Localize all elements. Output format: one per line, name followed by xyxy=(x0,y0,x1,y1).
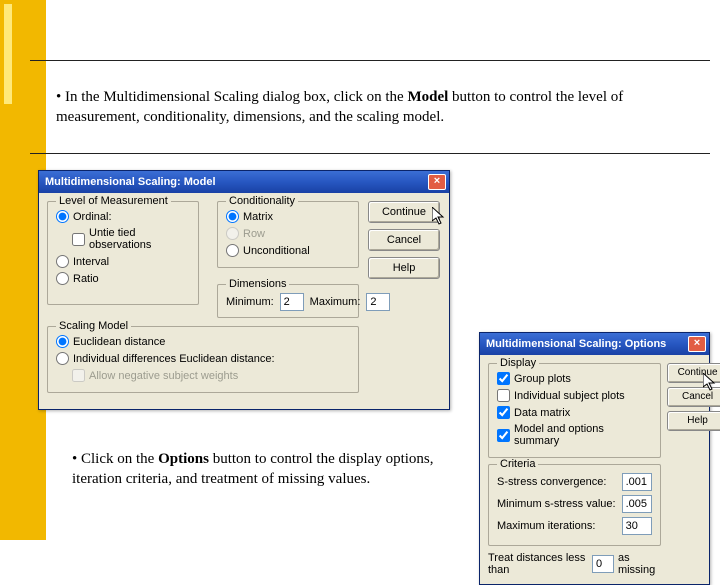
missing-input[interactable] xyxy=(592,555,614,573)
check-group-plots[interactable]: Group plots xyxy=(497,372,652,385)
group-scaling-title: Scaling Model xyxy=(56,320,131,332)
radio-interval[interactable]: Interval xyxy=(56,255,190,268)
max-iter-label: Maximum iterations: xyxy=(497,520,595,532)
group-level: Level of Measurement Ordinal: Untie tied… xyxy=(47,201,199,305)
options-dialog: Multidimensional Scaling: Options × Disp… xyxy=(479,332,710,585)
model-title: Multidimensional Scaling: Model xyxy=(45,176,216,188)
options-client: Display Group plots Individual subject p… xyxy=(480,355,709,584)
max-iter-input[interactable] xyxy=(622,517,652,535)
min-sstress-input[interactable] xyxy=(622,495,652,513)
group-conditionality: Conditionality Matrix Row Unconditional xyxy=(217,201,359,268)
model-titlebar: Multidimensional Scaling: Model × xyxy=(39,171,449,193)
radio-unconditional[interactable]: Unconditional xyxy=(226,244,350,257)
cancel-button[interactable]: Cancel xyxy=(667,387,720,407)
sstress-input[interactable] xyxy=(622,473,652,491)
check-data-matrix[interactable]: Data matrix xyxy=(497,406,652,419)
radio-matrix[interactable]: Matrix xyxy=(226,210,350,223)
check-individual-plots[interactable]: Individual subject plots xyxy=(497,389,652,402)
cancel-button[interactable]: Cancel xyxy=(368,229,440,251)
sstress-label: S-stress convergence: xyxy=(497,476,606,488)
continue-button[interactable]: Continue xyxy=(368,201,440,223)
min-sstress-label: Minimum s-stress value: xyxy=(497,498,616,510)
check-untie[interactable]: Untie tied observations xyxy=(72,227,190,251)
help-button[interactable]: Help xyxy=(368,257,440,279)
options-title: Multidimensional Scaling: Options xyxy=(486,338,666,350)
radio-euclidean[interactable]: Euclidean distance xyxy=(56,335,350,348)
intro-text-1: • In the Multidimensional Scaling dialog… xyxy=(56,88,666,127)
dims-min-label: Minimum: xyxy=(226,296,274,308)
model-dialog: Multidimensional Scaling: Model × Level … xyxy=(38,170,450,410)
group-scaling: Scaling Model Euclidean distance Individ… xyxy=(47,326,359,393)
group-dimensions: Dimensions Minimum: Maximum: xyxy=(217,284,359,318)
group-display: Display Group plots Individual subject p… xyxy=(488,363,661,458)
missing-post: as missing xyxy=(618,552,661,576)
continue-button[interactable]: Continue xyxy=(667,363,720,383)
help-button[interactable]: Help xyxy=(667,411,720,431)
group-dims-title: Dimensions xyxy=(226,278,289,290)
dims-min-input[interactable] xyxy=(280,293,304,311)
horizontal-rule-mid xyxy=(30,153,710,154)
missing-pre: Treat distances less than xyxy=(488,552,588,576)
check-summary[interactable]: Model and options summary xyxy=(497,423,652,447)
check-allowneg: Allow negative subject weights xyxy=(72,369,350,382)
missing-row: Treat distances less than as missing xyxy=(488,552,661,576)
dims-max-label: Maximum: xyxy=(310,296,361,308)
dims-max-input[interactable] xyxy=(366,293,390,311)
radio-indscal[interactable]: Individual differences Euclidean distanc… xyxy=(56,352,350,365)
group-cond-title: Conditionality xyxy=(226,195,298,207)
group-criteria: Criteria S-stress convergence: Minimum s… xyxy=(488,464,661,546)
group-criteria-title: Criteria xyxy=(497,458,538,470)
radio-ratio[interactable]: Ratio xyxy=(56,272,190,285)
intro-text-2: • Click on the Options button to control… xyxy=(72,450,472,489)
options-titlebar: Multidimensional Scaling: Options × xyxy=(480,333,709,355)
group-display-title: Display xyxy=(497,357,539,369)
group-level-title: Level of Measurement xyxy=(56,195,171,207)
close-icon[interactable]: × xyxy=(428,174,446,190)
horizontal-rule-top xyxy=(30,60,710,61)
model-client: Level of Measurement Ordinal: Untie tied… xyxy=(39,193,449,409)
close-icon[interactable]: × xyxy=(688,336,706,352)
radio-ordinal[interactable]: Ordinal: xyxy=(56,210,190,223)
radio-row: Row xyxy=(226,227,350,240)
